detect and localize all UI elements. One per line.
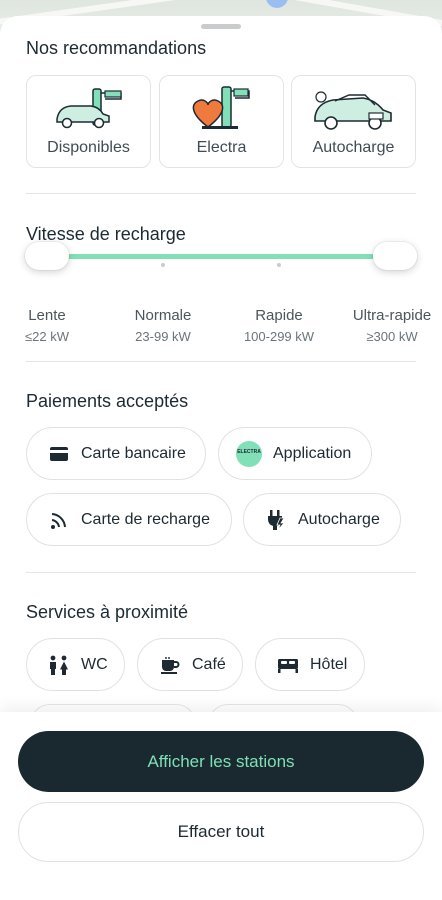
service-chip-hotel[interactable]: Hôtel xyxy=(255,638,365,691)
service-chip-label: Café xyxy=(192,655,226,673)
speed-level-lente: Lente ≤22 kW xyxy=(0,307,97,344)
car-at-charger-icon xyxy=(27,82,150,134)
electra-logo-text: ELECTRA xyxy=(237,449,261,455)
speed-level-ultra-rapide: Ultra-rapide ≥300 kW xyxy=(342,307,442,344)
payment-chip-label: Carte bancaire xyxy=(81,444,186,462)
recommendation-label: Disponibles xyxy=(47,139,130,156)
service-chip-wc[interactable]: WC xyxy=(26,638,125,691)
section-divider xyxy=(26,361,416,362)
service-chip-cafe[interactable]: Café xyxy=(137,638,243,691)
heart-charger-icon xyxy=(160,82,283,134)
payment-chip-carte-de-recharge[interactable]: Carte de recharge xyxy=(26,493,232,546)
speed-level-rapide: Rapide 100-299 kW xyxy=(229,307,329,344)
service-chip-label: WC xyxy=(81,655,108,673)
payments-title: Paiements acceptés xyxy=(26,391,189,411)
bottom-action-panel: Afficher les stations Effacer tout xyxy=(0,712,442,900)
recommendations-title: Nos recommandations xyxy=(26,38,207,58)
speed-level-range: ≤22 kW xyxy=(25,329,69,344)
payment-chip-autocharge[interactable]: Autocharge xyxy=(243,493,401,546)
speed-slider-track[interactable] xyxy=(46,254,396,259)
section-divider xyxy=(26,572,416,573)
recommendation-label: Autocharge xyxy=(312,139,395,156)
speed-slider-min-handle[interactable] xyxy=(25,242,69,270)
speed-level-name: Normale xyxy=(134,307,192,324)
credit-card-icon xyxy=(47,442,71,466)
show-stations-button[interactable]: Afficher les stations xyxy=(18,731,424,792)
coffee-icon xyxy=(158,653,182,677)
payment-chip-label: Autocharge xyxy=(298,510,380,528)
speed-level-normale: Normale 23-99 kW xyxy=(113,307,213,344)
speed-slider-tick xyxy=(277,263,281,267)
restroom-icon xyxy=(47,653,71,677)
map-location-marker xyxy=(266,0,288,8)
recommendation-label: Electra xyxy=(196,139,247,156)
plug-charge-icon xyxy=(264,508,288,532)
speed-level-name: Ultra-rapide xyxy=(352,307,432,324)
services-title: Services à proximité xyxy=(26,602,189,622)
speed-slider-tick xyxy=(161,263,165,267)
contactless-icon xyxy=(47,508,71,532)
recommendation-card-electra[interactable]: Electra xyxy=(159,75,284,168)
recommendation-card-autocharge[interactable]: Autocharge xyxy=(291,75,416,168)
speed-level-range: 100-299 kW xyxy=(243,329,315,344)
clear-all-button[interactable]: Effacer tout xyxy=(18,802,424,862)
car-icon xyxy=(292,82,415,134)
bed-icon xyxy=(276,653,300,677)
payment-chip-label: Application xyxy=(273,444,352,462)
speed-level-range: ≥300 kW xyxy=(366,329,418,344)
section-divider xyxy=(26,193,416,194)
speed-level-name: Rapide xyxy=(255,307,303,324)
service-chip-label: Hôtel xyxy=(310,655,348,673)
speed-level-name: Lente xyxy=(28,307,66,324)
sheet-drag-handle[interactable] xyxy=(201,24,241,29)
speed-slider-max-handle[interactable] xyxy=(373,242,417,270)
speed-level-range: 23-99 kW xyxy=(135,329,191,344)
payment-chip-label: Carte de recharge xyxy=(81,510,210,528)
payment-chip-carte-bancaire[interactable]: Carte bancaire xyxy=(26,427,206,480)
recommendation-card-disponibles[interactable]: Disponibles xyxy=(26,75,151,168)
